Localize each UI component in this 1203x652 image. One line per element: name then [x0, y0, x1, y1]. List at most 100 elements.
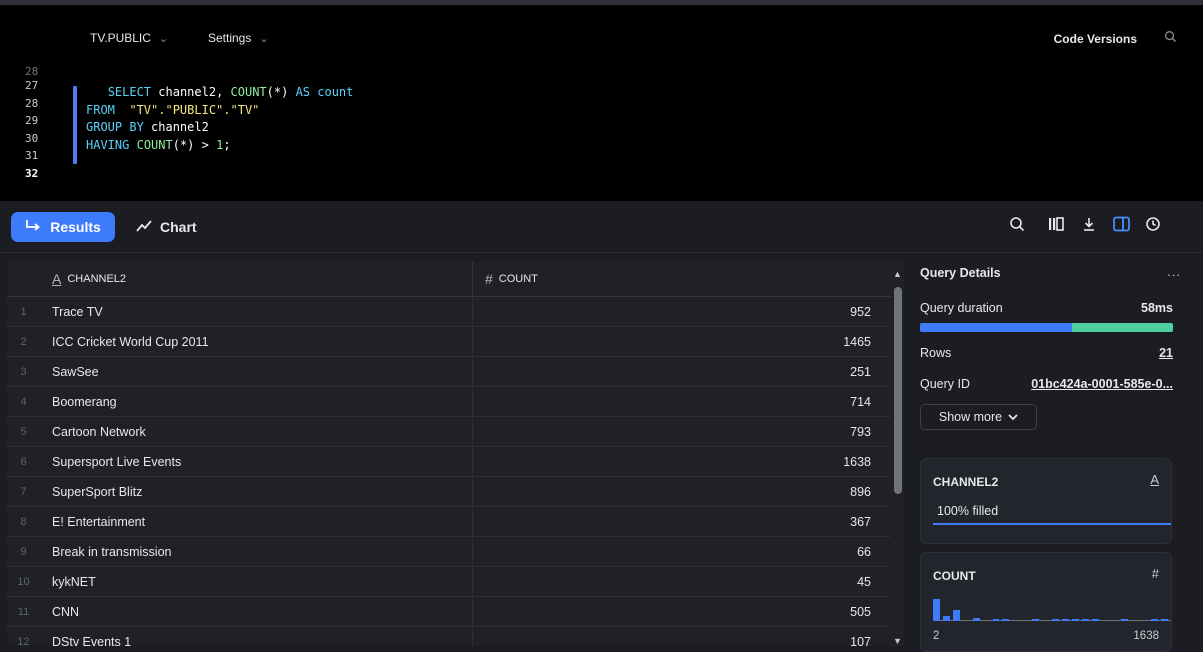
column-header-label: CHANNEL2 — [67, 272, 127, 285]
cell-count[interactable]: 793 — [473, 425, 878, 439]
cell-channel2[interactable]: CNN — [40, 596, 473, 627]
database-selector[interactable]: TV.PUBLIC ⌄ — [90, 31, 168, 45]
chart-label: Chart — [160, 219, 197, 235]
settings-label: Settings — [208, 31, 252, 45]
cell-channel2[interactable]: Trace TV — [40, 296, 473, 327]
line-number-gutter: 28 27 28 29 30 31 32 — [0, 67, 70, 182]
results-toolbar: Results Chart — [0, 201, 1203, 253]
cell-count[interactable]: 896 — [473, 485, 878, 499]
cell-count[interactable]: 66 — [473, 545, 878, 559]
cell-channel2[interactable]: SawSee — [40, 356, 473, 387]
cell-channel2[interactable]: Break in transmission — [40, 536, 473, 567]
cell-count[interactable]: 505 — [473, 605, 878, 619]
cell-count[interactable]: 1638 — [473, 455, 878, 469]
table-row[interactable]: 3 SawSee 251 — [7, 356, 905, 387]
cell-count[interactable]: 45 — [473, 575, 878, 589]
scrollbar-thumb[interactable] — [894, 287, 902, 494]
code-versions-button[interactable]: Code Versions — [1054, 32, 1137, 46]
chart-tab[interactable]: Chart — [136, 212, 197, 242]
settings-menu[interactable]: Settings ⌄ — [208, 31, 269, 45]
table-row[interactable]: 7 SuperSport Blitz 896 — [7, 476, 905, 507]
vertical-scrollbar[interactable]: ▲ ▼ — [891, 261, 905, 646]
sidebar-panel-icon[interactable] — [1113, 216, 1130, 237]
results-grid[interactable]: A CHANNEL2 # COUNT 1 Trace TV 952 2 ICC Cric… — [7, 261, 905, 646]
cell-count[interactable]: 251 — [473, 365, 878, 379]
download-icon[interactable] — [1081, 216, 1097, 237]
chevron-down-icon: ⌄ — [158, 32, 169, 45]
cell-channel2[interactable]: E! Entertainment — [40, 506, 473, 537]
table-row[interactable]: 11 CNN 505 — [7, 596, 905, 627]
cell-channel2[interactable]: Cartoon Network — [40, 416, 473, 447]
histogram-bar — [1081, 618, 1089, 621]
rows-value[interactable]: 21 — [1159, 346, 1173, 360]
cell-channel2[interactable]: Supersport Live Events — [40, 446, 473, 477]
cell-count[interactable]: 367 — [473, 515, 878, 529]
code-line: GROUP BY channel2 — [86, 120, 209, 134]
cell-count[interactable]: 107 — [473, 635, 878, 647]
sql-code[interactable]: SELECT channel2, COUNT(*) AS count FROM … — [86, 84, 353, 154]
sql-editor[interactable]: TV.PUBLIC ⌄ Settings ⌄ Code Versions 28 … — [0, 5, 1203, 201]
search-icon[interactable] — [1164, 30, 1177, 46]
panel-title: Query Details — [920, 266, 1001, 280]
line-number: 28 — [25, 67, 39, 77]
columns-icon[interactable] — [1048, 216, 1064, 237]
fill-bar — [933, 523, 1171, 525]
card-title: COUNT — [933, 569, 976, 583]
cell-count[interactable]: 952 — [473, 305, 878, 319]
histogram-bar — [972, 618, 980, 621]
histogram-bar — [1032, 618, 1040, 621]
card-title: CHANNEL2 — [933, 475, 999, 489]
text-type-icon: A — [1150, 472, 1159, 487]
table-row[interactable]: 10 kykNET 45 — [7, 566, 905, 597]
results-tab[interactable]: Results — [11, 212, 115, 242]
table-row[interactable]: 4 Boomerang 714 — [7, 386, 905, 417]
rows-row: Rows 21 — [920, 346, 1173, 360]
cell-channel2[interactable]: Boomerang — [40, 386, 473, 417]
table-row[interactable]: 5 Cartoon Network 793 — [7, 416, 905, 447]
cell-count[interactable]: 714 — [473, 395, 878, 409]
row-index: 5 — [20, 425, 27, 438]
row-index: 1 — [20, 305, 27, 318]
table-row[interactable]: 1 Trace TV 952 — [7, 296, 905, 327]
grid-body: 1 Trace TV 952 2 ICC Cricket World Cup 2011 1… — [7, 296, 905, 647]
show-more-button[interactable]: Show more — [920, 404, 1037, 430]
query-id-link[interactable]: 01bc424a-0001-585e-0... — [1031, 377, 1173, 391]
histogram-min: 2 — [933, 630, 940, 642]
column-header-count[interactable]: # COUNT — [473, 271, 538, 287]
cell-channel2[interactable]: DStv Events 1 — [40, 626, 473, 646]
duration-value: 58ms — [1141, 301, 1173, 315]
text-type-icon: A — [52, 270, 62, 287]
column-header-channel2[interactable]: A CHANNEL2 — [40, 261, 473, 297]
scroll-up-icon[interactable]: ▲ — [893, 269, 902, 279]
histogram-bar — [933, 599, 940, 621]
selected-statement-marker — [73, 86, 77, 164]
query-id-label: Query ID — [920, 377, 971, 391]
line-number: 29 — [25, 114, 39, 127]
table-row[interactable]: 12 DStv Events 1 107 — [7, 626, 905, 647]
search-icon[interactable] — [1009, 216, 1025, 237]
query-details-panel: Query Details ... Query duration 58ms Ro… — [907, 253, 1203, 652]
table-row[interactable]: 2 ICC Cricket World Cup 2011 1465 — [7, 326, 905, 357]
cell-channel2[interactable]: kykNET — [40, 566, 473, 597]
histogram-bar — [1151, 618, 1159, 621]
table-row[interactable]: 8 E! Entertainment 367 — [7, 506, 905, 537]
row-index: 12 — [17, 635, 30, 647]
scroll-down-icon[interactable]: ▼ — [893, 636, 902, 646]
cell-channel2[interactable]: SuperSport Blitz — [40, 476, 473, 507]
rows-label: Rows — [920, 346, 952, 360]
code-line: SELECT channel2, COUNT(*) AS count — [107, 85, 354, 99]
column-card-channel2[interactable]: CHANNEL2 A 100% filled — [920, 458, 1172, 544]
line-number: 27 — [25, 79, 39, 92]
code-line: HAVING COUNT(*) > 1; — [86, 137, 231, 152]
cell-count[interactable]: 1465 — [473, 335, 878, 349]
more-options-icon[interactable]: ... — [1167, 264, 1181, 279]
table-row[interactable]: 6 Supersport Live Events 1638 — [7, 446, 905, 477]
histogram-max: 1638 — [1133, 630, 1159, 642]
table-row[interactable]: 9 Break in transmission 66 — [7, 536, 905, 567]
results-label: Results — [50, 219, 101, 235]
column-card-count[interactable]: COUNT # 2 1638 — [920, 552, 1172, 652]
history-clock-icon[interactable] — [1145, 216, 1161, 237]
row-index: 2 — [20, 335, 27, 348]
histogram-bar — [942, 615, 950, 621]
cell-channel2[interactable]: ICC Cricket World Cup 2011 — [40, 326, 473, 357]
